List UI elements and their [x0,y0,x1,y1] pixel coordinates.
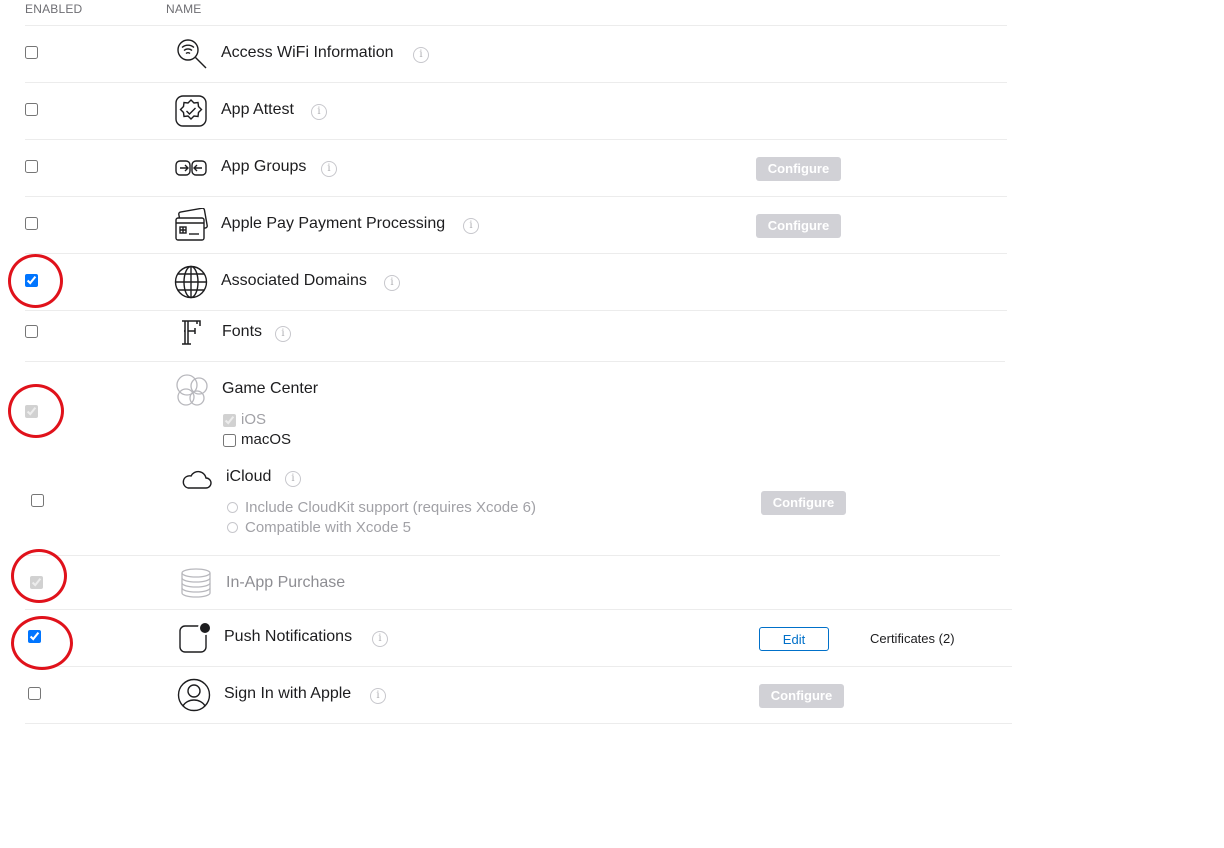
capability-name: Push Notifications [224,628,353,645]
info-icon[interactable]: i [372,631,388,647]
enabled-column-header: ENABLED [25,2,83,16]
capability-name: App Attest [221,101,294,118]
capability-name: iCloud [226,468,272,485]
row-separator [25,555,1000,556]
info-icon[interactable]: i [413,47,429,63]
row-separator [25,666,1012,667]
game-center-ios-checkbox [223,414,236,427]
game-center-ios-label: iOS [241,411,267,428]
globe-icon [174,265,208,299]
credit-card-icon [175,208,208,241]
annotation-circle [11,616,73,670]
capability-name: In-App Purchase [226,574,346,591]
info-icon[interactable]: i [384,275,400,291]
badge-check-icon [175,95,207,127]
capability-name: Game Center [222,380,319,397]
cloudkit-radio[interactable] [227,502,238,513]
coins-icon [181,568,211,598]
configure-button[interactable]: Configure [756,214,841,238]
annotation-circle [8,254,63,308]
capability-name: Associated Domains [221,272,367,289]
notification-icon [179,621,210,653]
game-center-macos-checkbox[interactable] [223,434,236,447]
capability-name: App Groups [221,158,307,175]
info-icon[interactable]: i [285,471,301,487]
enable-checkbox-app-attest[interactable] [25,103,38,116]
info-icon[interactable]: i [463,218,479,234]
capability-name: Apple Pay Payment Processing [221,215,446,232]
row-separator [25,82,1007,83]
enable-checkbox-fonts[interactable] [25,325,38,338]
capability-name: Access WiFi Information [221,44,394,61]
enable-checkbox-sign-in-with-apple[interactable] [28,687,41,700]
font-icon [182,320,201,345]
row-separator [25,310,1007,311]
info-icon[interactable]: i [311,104,327,120]
certificates-link[interactable]: Certificates (2) [870,631,955,646]
xcode5-option-label: Compatible with Xcode 5 [245,519,411,536]
enable-checkbox-app-groups[interactable] [25,160,38,173]
capability-name: Sign In with Apple [224,685,352,702]
configure-button[interactable]: Configure [756,157,841,181]
annotation-circle [11,549,67,603]
info-icon[interactable]: i [370,688,386,704]
name-column-header: NAME [166,2,202,16]
cloudkit-option-label: Include CloudKit support (requires Xcode… [245,499,536,516]
game-center-icon [176,374,208,406]
row-separator [25,196,1007,197]
row-separator [25,25,1007,26]
game-center-macos-label: macOS [241,431,292,448]
annotation-circle [8,384,64,438]
info-icon[interactable]: i [321,161,337,177]
person-icon [177,678,211,712]
row-separator [25,609,1012,610]
app-groups-icon [175,160,207,176]
info-icon[interactable]: i [275,326,291,342]
enable-checkbox-icloud[interactable] [31,494,44,507]
enable-checkbox-apple-pay[interactable] [25,217,38,230]
configure-button[interactable]: Configure [759,684,844,708]
configure-button[interactable]: Configure [761,491,846,515]
edit-button[interactable]: Edit [759,627,829,651]
row-separator [25,139,1007,140]
cloud-icon [182,470,212,489]
row-separator [25,253,1007,254]
row-separator [25,361,1005,362]
xcode5-radio[interactable] [227,522,238,533]
enable-checkbox-access-wifi[interactable] [25,46,38,59]
wifi-search-icon [177,39,207,69]
row-separator [25,723,1012,724]
capability-name: Fonts [222,323,263,340]
